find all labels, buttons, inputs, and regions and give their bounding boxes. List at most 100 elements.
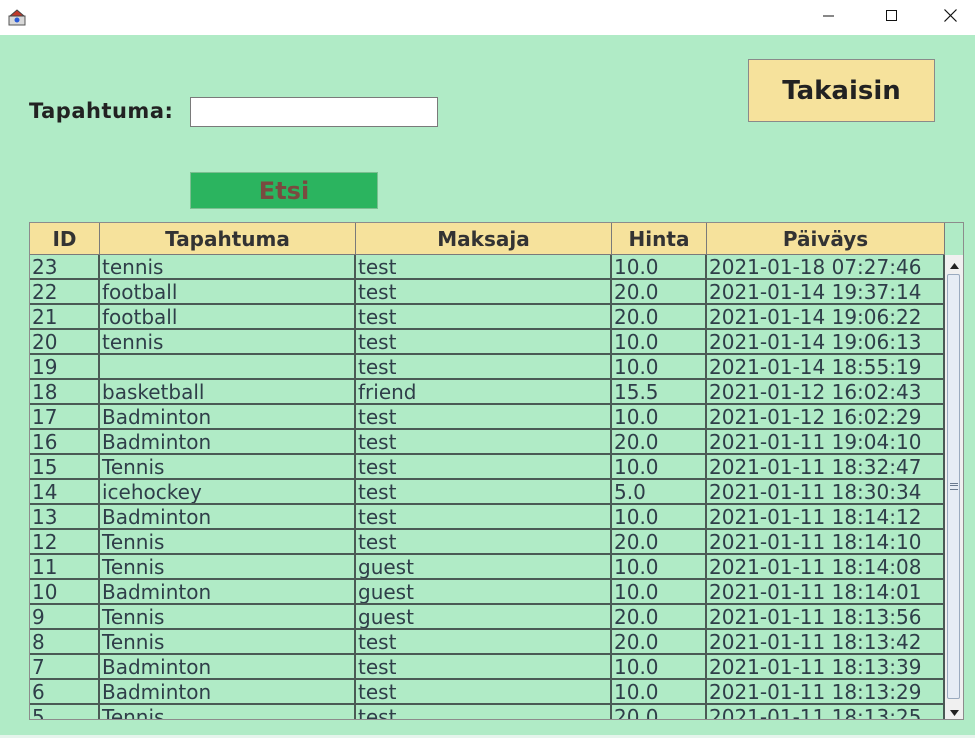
date-cell[interactable]: 2021-01-11 18:14:12: [707, 505, 945, 530]
payer-cell[interactable]: test: [356, 630, 612, 655]
column-header-price[interactable]: Hinta: [612, 223, 707, 255]
id-cell[interactable]: 15: [30, 455, 100, 480]
id-cell[interactable]: 5: [30, 705, 100, 719]
date-cell[interactable]: 2021-01-14 19:37:14: [707, 280, 945, 305]
payer-cell[interactable]: test: [356, 655, 612, 680]
table-row[interactable]: 23 tennis test 10.0 2021-01-18 07:27:46: [30, 255, 945, 280]
date-cell[interactable]: 2021-01-11 18:13:29: [707, 680, 945, 705]
id-cell[interactable]: 12: [30, 530, 100, 555]
table-row[interactable]: 10 Badminton guest 10.0 2021-01-11 18:14:01: [30, 580, 945, 605]
id-cell[interactable]: 22: [30, 280, 100, 305]
id-cell[interactable]: 11: [30, 555, 100, 580]
id-cell[interactable]: 18: [30, 380, 100, 405]
price-cell[interactable]: 10.0: [612, 680, 707, 705]
payer-cell[interactable]: guest: [356, 605, 612, 630]
table-row[interactable]: 19 test 10.0 2021-01-14 18:55:19: [30, 355, 945, 380]
scroll-up-button[interactable]: [945, 255, 963, 272]
price-cell[interactable]: 20.0: [612, 430, 707, 455]
event-cell[interactable]: Badminton: [100, 655, 356, 680]
date-cell[interactable]: 2021-01-14 18:55:19: [707, 355, 945, 380]
event-cell[interactable]: football: [100, 305, 356, 330]
price-cell[interactable]: 10.0: [612, 580, 707, 605]
column-header-event[interactable]: Tapahtuma: [100, 223, 356, 255]
event-cell[interactable]: basketball: [100, 380, 356, 405]
price-cell[interactable]: 5.0: [612, 480, 707, 505]
event-cell[interactable]: Tennis: [100, 530, 356, 555]
column-header-id[interactable]: ID: [30, 223, 100, 255]
search-button[interactable]: Etsi: [190, 172, 378, 209]
id-cell[interactable]: 7: [30, 655, 100, 680]
date-cell[interactable]: 2021-01-11 18:14:10: [707, 530, 945, 555]
payer-cell[interactable]: test: [356, 705, 612, 719]
payer-cell[interactable]: test: [356, 430, 612, 455]
payer-cell[interactable]: friend: [356, 380, 612, 405]
price-cell[interactable]: 15.5: [612, 380, 707, 405]
id-cell[interactable]: 6: [30, 680, 100, 705]
event-cell[interactable]: Tennis: [100, 705, 356, 719]
date-cell[interactable]: 2021-01-12 16:02:43: [707, 380, 945, 405]
date-cell[interactable]: 2021-01-11 18:13:42: [707, 630, 945, 655]
event-cell[interactable]: Badminton: [100, 680, 356, 705]
table-row[interactable]: 7 Badminton test 10.0 2021-01-11 18:13:39: [30, 655, 945, 680]
date-cell[interactable]: 2021-01-12 16:02:29: [707, 405, 945, 430]
price-cell[interactable]: 20.0: [612, 705, 707, 719]
price-cell[interactable]: 20.0: [612, 605, 707, 630]
event-cell[interactable]: Badminton: [100, 405, 356, 430]
event-cell[interactable]: tennis: [100, 330, 356, 355]
price-cell[interactable]: 20.0: [612, 280, 707, 305]
close-button[interactable]: [927, 0, 973, 33]
column-header-payer[interactable]: Maksaja: [356, 223, 612, 255]
payer-cell[interactable]: test: [356, 305, 612, 330]
event-cell[interactable]: Tennis: [100, 605, 356, 630]
id-cell[interactable]: 20: [30, 330, 100, 355]
event-cell[interactable]: Badminton: [100, 580, 356, 605]
scrollbar-thumb[interactable]: [947, 274, 960, 699]
price-cell[interactable]: 10.0: [612, 405, 707, 430]
minimize-button[interactable]: [806, 0, 852, 33]
payer-cell[interactable]: test: [356, 405, 612, 430]
table-row[interactable]: 8 Tennis test 20.0 2021-01-11 18:13:42: [30, 630, 945, 655]
price-cell[interactable]: 10.0: [612, 330, 707, 355]
table-row[interactable]: 9 Tennis guest 20.0 2021-01-11 18:13:56: [30, 605, 945, 630]
payer-cell[interactable]: test: [356, 330, 612, 355]
date-cell[interactable]: 2021-01-11 18:13:25: [707, 705, 945, 719]
date-cell[interactable]: 2021-01-11 18:32:47: [707, 455, 945, 480]
event-cell[interactable]: [100, 355, 356, 380]
id-cell[interactable]: 14: [30, 480, 100, 505]
table-row[interactable]: 16 Badminton test 20.0 2021-01-11 19:04:10: [30, 430, 945, 455]
table-row[interactable]: 15 Tennis test 10.0 2021-01-11 18:32:47: [30, 455, 945, 480]
event-cell[interactable]: Badminton: [100, 505, 356, 530]
date-cell[interactable]: 2021-01-11 18:14:01: [707, 580, 945, 605]
price-cell[interactable]: 20.0: [612, 630, 707, 655]
payer-cell[interactable]: guest: [356, 555, 612, 580]
date-cell[interactable]: 2021-01-18 07:27:46: [707, 255, 945, 280]
price-cell[interactable]: 10.0: [612, 455, 707, 480]
table-row[interactable]: 5 Tennis test 20.0 2021-01-11 18:13:25: [30, 705, 945, 719]
back-button[interactable]: Takaisin: [748, 59, 935, 122]
price-cell[interactable]: 10.0: [612, 555, 707, 580]
table-row[interactable]: 14 icehockey test 5.0 2021-01-11 18:30:34: [30, 480, 945, 505]
date-cell[interactable]: 2021-01-11 18:13:39: [707, 655, 945, 680]
payer-cell[interactable]: test: [356, 505, 612, 530]
payer-cell[interactable]: test: [356, 280, 612, 305]
id-cell[interactable]: 10: [30, 580, 100, 605]
event-cell[interactable]: football: [100, 280, 356, 305]
event-cell[interactable]: Tennis: [100, 455, 356, 480]
price-cell[interactable]: 10.0: [612, 655, 707, 680]
payer-cell[interactable]: test: [356, 255, 612, 280]
event-cell[interactable]: Tennis: [100, 555, 356, 580]
table-row[interactable]: 6 Badminton test 10.0 2021-01-11 18:13:29: [30, 680, 945, 705]
id-cell[interactable]: 23: [30, 255, 100, 280]
payer-cell[interactable]: test: [356, 530, 612, 555]
event-cell[interactable]: tennis: [100, 255, 356, 280]
date-cell[interactable]: 2021-01-11 18:14:08: [707, 555, 945, 580]
table-row[interactable]: 12 Tennis test 20.0 2021-01-11 18:14:10: [30, 530, 945, 555]
id-cell[interactable]: 21: [30, 305, 100, 330]
maximize-button[interactable]: [869, 0, 915, 33]
date-cell[interactable]: 2021-01-11 18:13:56: [707, 605, 945, 630]
table-row[interactable]: 11 Tennis guest 10.0 2021-01-11 18:14:08: [30, 555, 945, 580]
table-row[interactable]: 17 Badminton test 10.0 2021-01-12 16:02:29: [30, 405, 945, 430]
price-cell[interactable]: 20.0: [612, 530, 707, 555]
id-cell[interactable]: 8: [30, 630, 100, 655]
price-cell[interactable]: 10.0: [612, 505, 707, 530]
